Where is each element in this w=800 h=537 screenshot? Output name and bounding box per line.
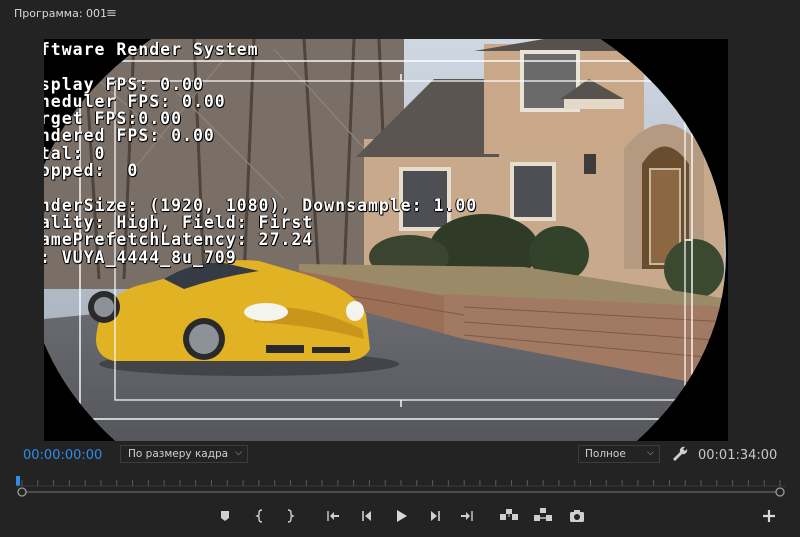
mark-in-icon[interactable] [249,505,271,527]
hamburger-icon[interactable]: ≡ [106,6,117,21]
resolution-value: Полное [585,448,626,460]
time-ruler[interactable] [16,470,786,500]
mark-out-icon[interactable] [279,505,301,527]
export-frame-icon[interactable] [566,505,588,527]
overlay-line: Software Render System [44,40,259,59]
overlay-line: Scheduler FPS: 0.00 [44,91,226,111]
overlay-line: Display FPS: 0.00 [44,74,204,94]
render-stats-overlay: Software Render System Display FPS: 0.00… [44,41,477,266]
transport-controls [0,505,800,529]
fit-zoom-select[interactable]: По размеру кадра ⌵ [120,445,248,463]
program-monitor-viewer[interactable]: Software Render System Display FPS: 0.00… [44,39,728,441]
add-marker-icon[interactable] [214,505,236,527]
extract-icon[interactable] [532,505,554,527]
chevron-down-icon: ⌵ [235,448,242,458]
panel-header: Программа: 001 ≡ [0,0,800,28]
zoom-handle-right[interactable] [775,487,785,497]
lift-icon[interactable] [498,505,520,527]
overlay-line: RenderSize: (1920, 1080), Downsample: 1.… [44,195,478,215]
overlay-line: Rendered FPS: 0.00 [44,126,215,146]
monitor-controls: 00:00:00:00 По размеру кадра ⌵ Полное ⌵ … [0,441,800,469]
overlay-line: Total: 0 [44,143,106,163]
overlay-line: Target FPS:0.00 [44,109,183,129]
wrench-icon[interactable] [671,445,689,463]
current-timecode[interactable]: 00:00:00:00 [23,448,102,463]
zoom-handle-left[interactable] [17,487,27,497]
overlay-line: PF: VUYA_4444_8u_709 [44,247,237,267]
add-button-icon[interactable] [758,505,780,527]
playhead-icon[interactable] [16,476,20,486]
overlay-line: Dropped: 0 [44,161,139,181]
step-forward-icon[interactable] [424,505,446,527]
playback-resolution-select[interactable]: Полное ⌵ [578,445,660,463]
overlay-line: FramePrefetchLatency: 27.24 [44,230,314,250]
overlay-line: Quality: High, Field: First [44,212,314,232]
play-icon[interactable] [390,505,412,527]
fit-zoom-value: По размеру кадра [128,448,229,460]
panel-tab-title[interactable]: Программа: 001 [14,7,107,20]
go-to-in-icon[interactable] [322,505,344,527]
go-to-out-icon[interactable] [456,505,478,527]
step-back-icon[interactable] [356,505,378,527]
duration-timecode: 00:01:34:00 [698,448,778,463]
chevron-down-icon: ⌵ [647,448,654,458]
